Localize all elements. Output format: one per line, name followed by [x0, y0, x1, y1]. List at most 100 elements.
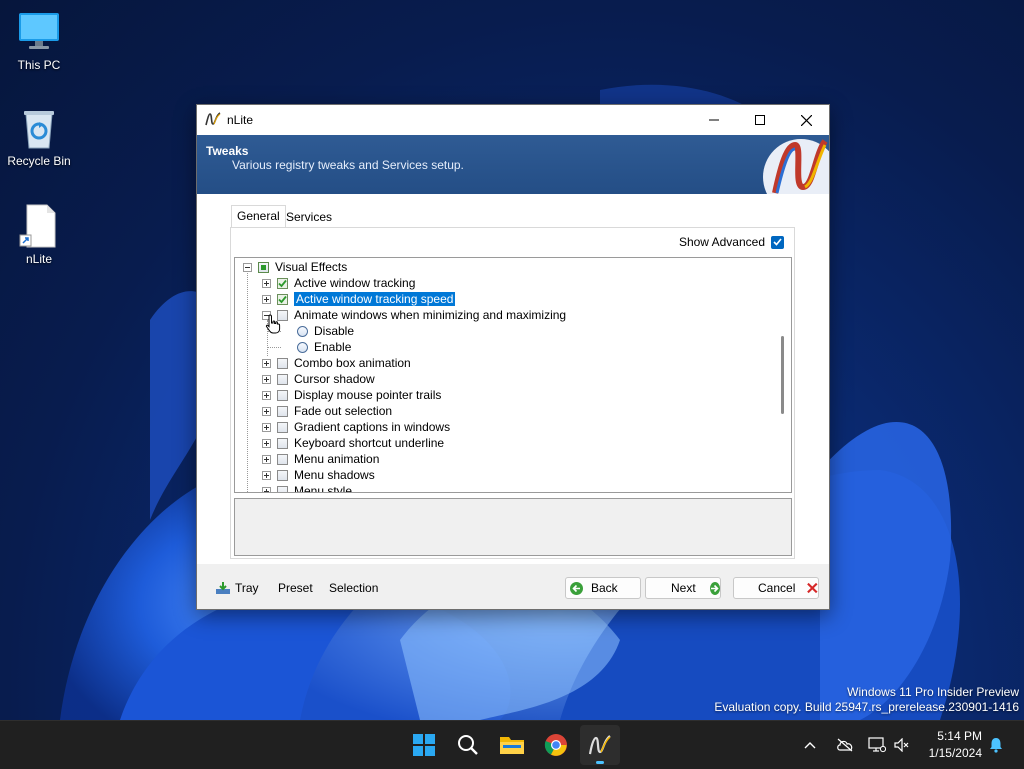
tree-checkbox[interactable]	[277, 485, 288, 492]
expand-icon[interactable]	[262, 454, 271, 464]
nlite-window: nLite Tweaks Various registry tweaks and…	[196, 104, 830, 610]
tree-checkbox[interactable]	[277, 389, 288, 401]
tree-checkbox[interactable]	[277, 453, 288, 465]
tray-download-icon	[216, 582, 230, 594]
cancel-label: Cancel	[758, 581, 796, 595]
scrollbar-thumb[interactable]	[781, 336, 784, 414]
next-button[interactable]: Next	[645, 577, 721, 599]
tree-item[interactable]: Menu animation	[262, 451, 379, 467]
tree-checkbox-checked[interactable]	[277, 293, 288, 305]
tree-item[interactable]: Gradient captions in windows	[262, 419, 450, 435]
clock-time: 5:14 PM	[937, 729, 982, 743]
desktop-icon-this-pc[interactable]: This PC	[0, 10, 79, 72]
tree-checkbox[interactable]	[277, 405, 288, 417]
page-body: General Services Show Advanced Visual Ef…	[197, 194, 829, 564]
selection-label: Selection	[329, 581, 379, 595]
nlite-large-logo-icon	[763, 139, 829, 194]
tree-option-enable[interactable]: Enable	[297, 339, 351, 355]
search-button[interactable]	[448, 725, 488, 765]
next-label: Next	[671, 581, 696, 595]
tree-checkbox-checked[interactable]	[277, 277, 288, 289]
chrome-button[interactable]	[536, 725, 576, 765]
checkmark-icon	[773, 238, 782, 246]
expand-icon[interactable]	[262, 390, 271, 400]
file-shortcut-icon	[17, 204, 61, 248]
tab-general[interactable]: General	[231, 205, 286, 228]
show-advanced-checkbox[interactable]	[771, 235, 784, 249]
tree-item[interactable]: Menu style	[262, 483, 352, 492]
tree-option-label: Disable	[314, 324, 355, 338]
description-panel	[234, 498, 792, 556]
expand-icon[interactable]	[262, 470, 271, 480]
maximize-icon	[755, 115, 765, 125]
chrome-icon	[544, 734, 567, 756]
tree-checkbox[interactable]	[277, 469, 288, 481]
desktop-icon-nlite[interactable]: nLite	[0, 204, 79, 266]
tree-option-disable[interactable]: Disable	[297, 323, 354, 339]
show-advanced-label: Show Advanced	[678, 235, 765, 249]
expand-icon[interactable]	[262, 294, 271, 304]
close-button[interactable]	[783, 105, 829, 135]
tree-node-label: Visual Effects	[275, 260, 348, 274]
tree-option-label: Enable	[314, 340, 352, 354]
collapse-icon[interactable]	[243, 262, 252, 272]
title-bar[interactable]: nLite	[197, 105, 829, 135]
show-advanced-toggle[interactable]: Show Advanced	[679, 235, 784, 249]
checkmark-icon	[278, 279, 287, 287]
tree-item[interactable]: Animate windows when minimizing and maxi…	[262, 307, 566, 323]
notifications-button[interactable]	[988, 721, 1004, 769]
desktop-icon-recycle-bin[interactable]: Recycle Bin	[0, 106, 79, 168]
back-button[interactable]: Back	[565, 577, 641, 599]
tree-item[interactable]: Display mouse pointer trails	[262, 387, 441, 403]
tree-item[interactable]: Fade out selection	[262, 403, 392, 419]
tree-scrollbar[interactable]	[774, 258, 791, 492]
volume-tray[interactable]	[894, 721, 910, 769]
tray-button[interactable]: Tray	[215, 581, 259, 595]
selection-button[interactable]: Selection	[329, 581, 378, 595]
tree-item[interactable]: Cursor shadow	[262, 371, 375, 387]
clock-date: 1/15/2024	[928, 746, 982, 760]
tree-item-selected[interactable]: Active window tracking speed	[262, 291, 457, 307]
expand-icon[interactable]	[262, 374, 271, 384]
tree-checkbox[interactable]	[277, 357, 288, 369]
radio-button[interactable]	[297, 341, 308, 353]
expand-icon[interactable]	[262, 438, 271, 448]
tree-checkbox-partial[interactable]	[258, 261, 269, 273]
tab-panel: Show Advanced Visual Effects Active wind…	[230, 227, 795, 559]
tree-item[interactable]: Combo box animation	[262, 355, 411, 371]
network-tray[interactable]	[868, 721, 886, 769]
tree-item[interactable]: Keyboard shortcut underline	[262, 435, 444, 451]
onedrive-tray[interactable]	[836, 721, 854, 769]
tree-checkbox[interactable]	[277, 373, 288, 385]
tree-checkbox[interactable]	[277, 437, 288, 449]
tree-node-visual-effects[interactable]: Visual Effects	[243, 259, 347, 275]
radio-button[interactable]	[297, 325, 308, 337]
tree-item-label: Fade out selection	[294, 404, 393, 418]
page-subtitle: Various registry tweaks and Services set…	[232, 158, 464, 172]
tree-item[interactable]: Active window tracking	[262, 275, 415, 291]
tab-services[interactable]: Services	[281, 208, 337, 226]
tree-item[interactable]: Menu shadows	[262, 467, 375, 483]
expand-icon[interactable]	[262, 486, 271, 492]
watermark-build: Evaluation copy. Build 25947.rs_prerelea…	[714, 700, 1019, 714]
file-explorer-button[interactable]	[492, 725, 532, 765]
expand-icon[interactable]	[262, 278, 271, 288]
show-hidden-icons-button[interactable]	[804, 721, 816, 769]
expand-icon[interactable]	[262, 422, 271, 432]
tree-item-label: Gradient captions in windows	[294, 420, 451, 434]
start-button[interactable]	[404, 725, 444, 765]
maximize-button[interactable]	[737, 105, 783, 135]
expand-icon[interactable]	[262, 406, 271, 416]
desktop-icon-label: Recycle Bin	[7, 154, 71, 168]
nlite-taskbar-button[interactable]	[580, 725, 620, 765]
minimize-button[interactable]	[691, 105, 737, 135]
cancel-button[interactable]: Cancel	[733, 577, 819, 599]
search-icon	[458, 735, 478, 755]
tweaks-tree[interactable]: Visual Effects Active window tracking Ac…	[234, 257, 792, 493]
expand-icon[interactable]	[262, 358, 271, 368]
tree-checkbox[interactable]	[277, 421, 288, 433]
taskbar-clock[interactable]: 5:14 PM 1/15/2024	[929, 728, 982, 762]
monitor-icon	[17, 10, 61, 54]
preset-button[interactable]: Preset	[278, 581, 313, 595]
tree-item-label: Menu animation	[294, 452, 380, 466]
